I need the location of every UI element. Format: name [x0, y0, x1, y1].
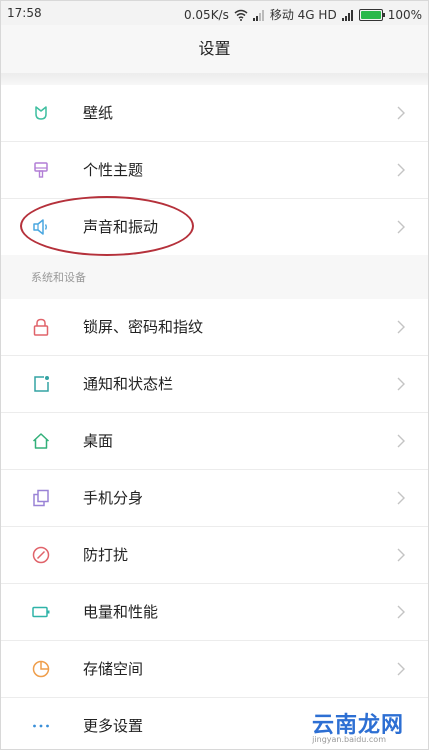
section-header-label: 系统和设备	[31, 271, 86, 284]
battery-percent: 100%	[387, 7, 422, 22]
settings-item-notifications[interactable]: 通知和状态栏	[1, 356, 428, 413]
chevron-right-icon	[397, 605, 405, 619]
battery-icon	[32, 606, 50, 618]
settings-item-battery[interactable]: 电量和性能	[1, 584, 428, 641]
settings-item-home[interactable]: 桌面	[1, 413, 428, 470]
settings-item-lockscreen[interactable]: 锁屏、密码和指纹	[1, 299, 428, 356]
status-right: 0.05K/s 移动 4G HD 100%	[184, 6, 422, 23]
signal-1-icon	[252, 9, 264, 21]
settings-item-label: 电量和性能	[83, 603, 159, 621]
status-bar: 17:58 0.05K/s 移动 4G HD 100%	[1, 1, 428, 25]
settings-item-label: 更多设置	[83, 717, 144, 735]
dual-space-icon	[33, 489, 49, 507]
settings-item-label: 桌面	[83, 432, 114, 450]
watermark-url: jingyan.baidu.com	[312, 735, 386, 744]
notification-icon	[34, 376, 49, 392]
do-not-disturb-icon	[32, 546, 50, 564]
chevron-right-icon	[397, 662, 405, 676]
home-icon	[32, 433, 50, 449]
wallpaper-icon	[35, 106, 47, 120]
chevron-right-icon	[397, 320, 405, 334]
settings-item-storage[interactable]: 存储空间	[1, 641, 428, 698]
chevron-right-icon	[397, 377, 405, 391]
signal-2-icon	[341, 9, 353, 21]
settings-item-label: 壁纸	[83, 104, 114, 122]
chevron-right-icon	[397, 491, 405, 505]
carrier-text: 移动 4G HD	[269, 8, 337, 22]
wifi-icon	[234, 9, 248, 21]
battery-icon	[358, 9, 385, 21]
theme-brush-icon	[34, 162, 48, 178]
chevron-right-icon	[397, 548, 405, 562]
settings-item-label: 手机分身	[83, 489, 144, 507]
chevron-right-icon	[397, 106, 405, 120]
status-time: 17:58	[7, 6, 42, 20]
lock-icon	[33, 318, 49, 336]
page-title: 设置	[1, 25, 428, 73]
net-speed: 0.05K/s	[183, 7, 229, 22]
settings-item-label: 通知和状态栏	[83, 375, 174, 393]
title-divider	[1, 73, 428, 85]
system-section-header: 系统和设备	[1, 255, 428, 299]
settings-item-label: 锁屏、密码和指纹	[83, 318, 204, 336]
settings-item-label: 个性主题	[83, 161, 144, 179]
settings-item-dual-space[interactable]: 手机分身	[1, 470, 428, 527]
chevron-right-icon	[397, 434, 405, 448]
storage-pie-icon	[32, 660, 50, 678]
settings-item-theme[interactable]: 个性主题	[1, 142, 428, 199]
settings-item-wallpaper[interactable]: 壁纸	[1, 85, 428, 142]
settings-item-label: 防打扰	[83, 546, 129, 564]
highlight-annotation	[20, 196, 194, 256]
more-dots-icon	[33, 724, 49, 728]
settings-item-do-not-disturb[interactable]: 防打扰	[1, 527, 428, 584]
system-section: 锁屏、密码和指纹 通知和状态栏 桌面 手机分身 防打扰 电量和性能 存储空间 更…	[1, 299, 428, 749]
chevron-right-icon	[397, 163, 405, 177]
chevron-right-icon	[397, 220, 405, 234]
settings-item-label: 存储空间	[83, 660, 144, 678]
settings-screen: 17:58 0.05K/s 移动 4G HD 100% 设置 壁纸 个性主题 声…	[0, 0, 429, 750]
